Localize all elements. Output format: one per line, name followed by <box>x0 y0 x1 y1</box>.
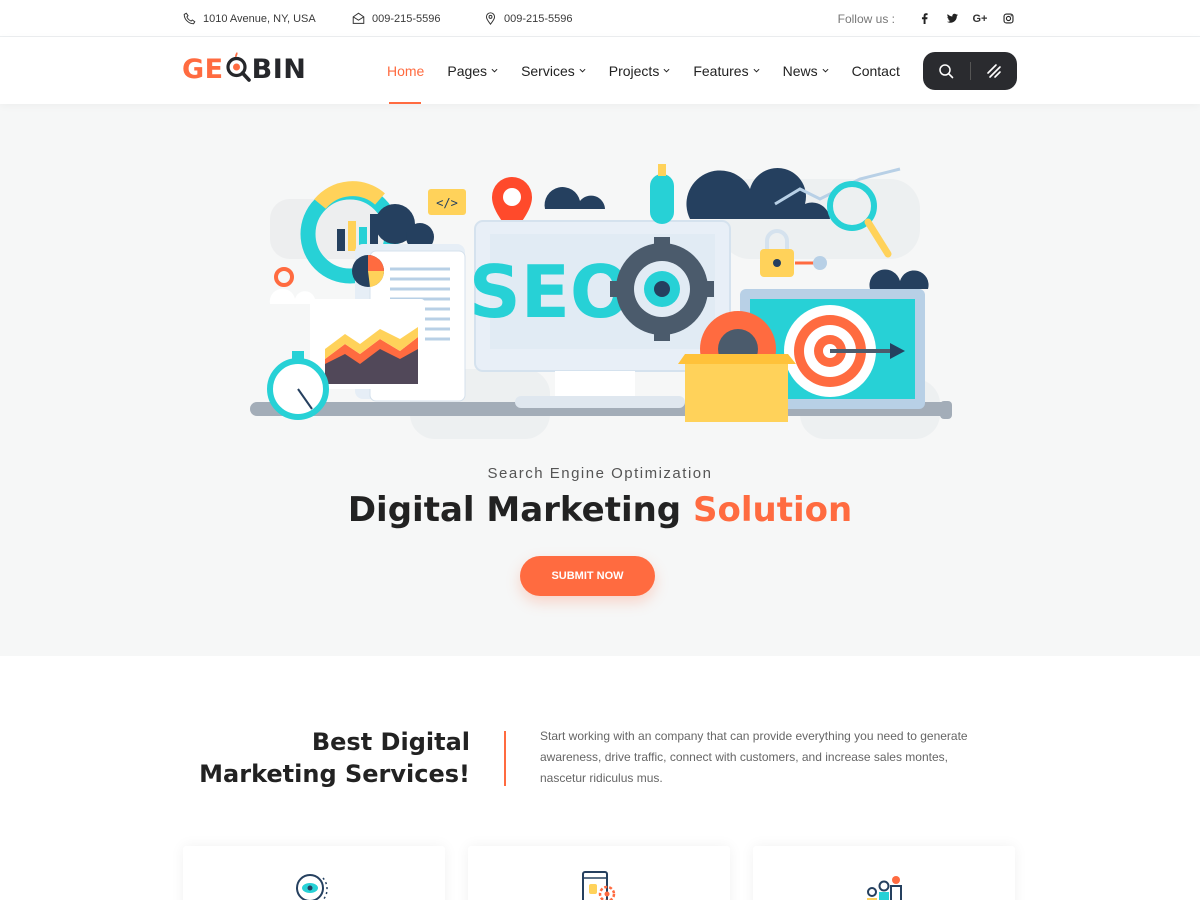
services-divider <box>504 731 506 786</box>
twitter-icon[interactable] <box>943 13 961 24</box>
team-icon <box>867 876 902 900</box>
phone-icon <box>183 12 196 25</box>
nav-features[interactable]: Features <box>693 37 760 104</box>
email-info: 009-215-5596 <box>352 0 441 37</box>
seo-text: SEO <box>469 250 631 334</box>
nav-home[interactable]: Home <box>387 37 424 104</box>
logo-part-bin: BIN <box>251 53 307 85</box>
chevron-down-icon <box>822 68 829 73</box>
services-heading-line2: Marketing Services! <box>199 760 470 788</box>
search-icon <box>939 64 954 79</box>
address-text: 1010 Avenue, NY, USA <box>203 12 316 25</box>
app-settings-icon <box>582 871 616 900</box>
chevron-down-icon <box>753 68 760 73</box>
service-card-1[interactable] <box>183 846 445 900</box>
location-pin-icon <box>485 12 496 25</box>
eye-search-icon <box>296 874 328 900</box>
services-description: Start working with an company that can p… <box>540 729 968 785</box>
nav-tools <box>923 52 1017 90</box>
phone-text-1: 009-215-5596 <box>372 12 441 25</box>
facebook-icon[interactable] <box>915 13 933 24</box>
top-bar: 1010 Avenue, NY, USA 009-215-5596 009-21… <box>0 0 1200 37</box>
hero-title-main: Digital Marketing <box>347 490 682 530</box>
google-plus-icon[interactable]: G+ <box>971 13 989 25</box>
nav-services[interactable]: Services <box>521 37 586 104</box>
nav-news[interactable]: News <box>783 37 829 104</box>
hamburger-slash-icon <box>986 64 1001 78</box>
chevron-down-icon <box>663 68 670 73</box>
nav-pages[interactable]: Pages <box>447 37 498 104</box>
submit-now-button[interactable]: SUBMIT NOW <box>520 556 655 596</box>
services-heading: Best Digital Marketing Services! <box>199 726 470 790</box>
logo-part-geo: GE <box>182 53 224 85</box>
follow-us: Follow us : G+ <box>838 0 1017 37</box>
main-navbar: GE BIN Home Pages Services Projects Feat… <box>0 37 1200 104</box>
follow-label: Follow us : <box>837 11 895 26</box>
services-heading-line1: Best Digital <box>311 728 470 756</box>
hero-title-accent: Solution <box>692 490 853 530</box>
hero-section: </> SEO Search Engine Optimization Digit… <box>0 104 1200 656</box>
nav-contact[interactable]: Contact <box>852 37 900 104</box>
hero-subtitle: Search Engine Optimization <box>487 465 713 482</box>
chevron-down-icon <box>579 68 586 73</box>
address-info: 1010 Avenue, NY, USA <box>183 0 316 37</box>
chevron-down-icon <box>491 68 498 73</box>
instagram-icon[interactable] <box>999 13 1017 24</box>
location-info: 009-215-5596 <box>484 0 573 37</box>
svg-text:</>: </> <box>436 196 458 210</box>
menu-toggle-button[interactable] <box>970 52 1017 90</box>
service-card-3[interactable] <box>753 846 1015 900</box>
seo-illustration: </> SEO <box>250 164 952 439</box>
phone-text-2: 009-215-5596 <box>504 12 573 25</box>
logo-magnifier-icon <box>225 52 251 84</box>
site-logo[interactable]: GE BIN <box>182 45 306 93</box>
hero-title: Digital Marketing Solution <box>0 490 1200 530</box>
nav-projects[interactable]: Projects <box>609 37 671 104</box>
service-card-2[interactable] <box>468 846 730 900</box>
main-menu: Home Pages Services Projects Features Ne… <box>387 37 923 104</box>
envelope-icon <box>352 12 365 24</box>
search-button[interactable] <box>923 52 970 90</box>
